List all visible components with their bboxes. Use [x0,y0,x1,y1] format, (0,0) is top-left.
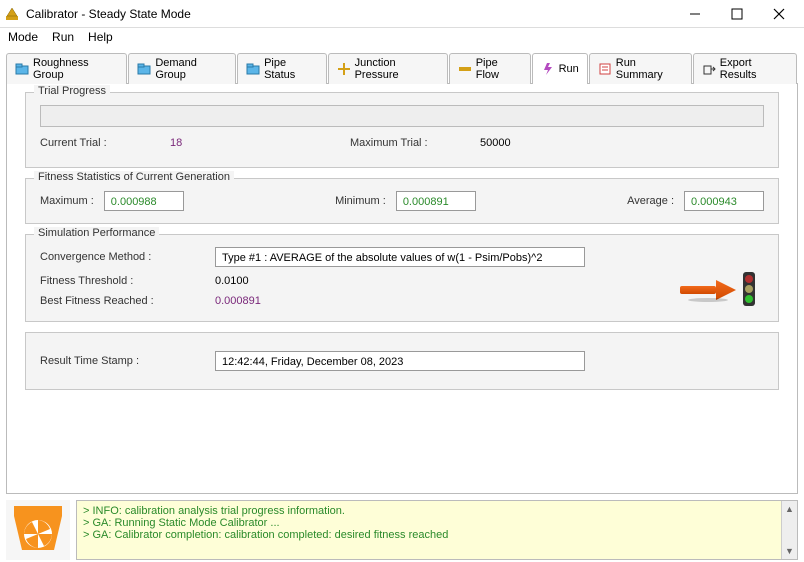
best-fitness-value: 0.000891 [215,295,261,307]
trial-progress-bar [40,105,764,127]
folder-icon [137,62,151,76]
tab-pipe-status[interactable]: Pipe Status [237,53,327,84]
junction-icon [337,62,351,76]
fitness-threshold-label: Fitness Threshold : [40,275,215,287]
tab-export-results[interactable]: Export Results [693,53,797,84]
maximum-trial-label: Maximum Trial : [350,137,480,149]
tab-label: Export Results [720,57,788,81]
tab-label: Pipe Flow [476,57,522,81]
group-legend: Simulation Performance [34,227,159,239]
menu-bar: Mode Run Help [0,28,804,48]
shutter-icon [6,500,70,560]
tab-label: Roughness Group [33,57,118,81]
tab-run[interactable]: Run [532,53,588,84]
pipe-icon [458,62,472,76]
footer: > INFO: calibration analysis trial progr… [6,500,798,560]
folder-icon [246,62,260,76]
log-scrollbar[interactable]: ▲ ▼ [781,501,797,559]
simulation-performance-group: Simulation Performance Convergence Metho… [25,234,779,322]
minimize-button[interactable] [674,0,716,28]
lightning-icon [541,62,555,76]
fitness-avg-value: 0.000943 [684,191,764,211]
group-legend: Trial Progress [34,85,110,97]
fitness-max-label: Maximum : [40,195,94,207]
tab-demand-group[interactable]: Demand Group [128,53,236,84]
fitness-min-value: 0.000891 [396,191,476,211]
trial-progress-group: Trial Progress Current Trial : 18 Maximu… [25,92,779,168]
best-fitness-label: Best Fitness Reached : [40,295,215,307]
scroll-down-icon[interactable]: ▼ [782,543,797,559]
fitness-threshold-value: 0.0100 [215,275,249,287]
convergence-method-label: Convergence Method : [40,251,215,263]
tab-run-summary[interactable]: Run Summary [589,53,692,84]
close-button[interactable] [758,0,800,28]
export-icon [702,62,716,76]
timestamp-group: Result Time Stamp : 12:42:44, Friday, De… [25,332,779,390]
window-controls [674,0,800,28]
convergence-method-value: Type #1 : AVERAGE of the absolute values… [215,247,585,267]
fitness-stats-group: Fitness Statistics of Current Generation… [25,178,779,224]
tab-label: Demand Group [155,57,227,81]
fitness-avg-label: Average : [627,195,674,207]
log-line: > GA: Calibrator completion: calibration… [83,529,791,541]
log-output[interactable]: > INFO: calibration analysis trial progr… [76,500,798,560]
run-panel: Trial Progress Current Trial : 18 Maximu… [6,84,798,494]
title-bar: Calibrator - Steady State Mode [0,0,804,28]
timestamp-value: 12:42:44, Friday, December 08, 2023 [215,351,585,371]
tab-pipe-flow[interactable]: Pipe Flow [449,53,531,84]
tab-roughness-group[interactable]: Roughness Group [6,53,127,84]
fitness-max-value: 0.000988 [104,191,184,211]
current-trial-label: Current Trial : [40,137,170,149]
tab-strip: Roughness Group Demand Group Pipe Status… [6,52,798,84]
window-title: Calibrator - Steady State Mode [26,7,191,21]
log-line: > GA: Running Static Mode Calibrator ... [83,517,791,529]
fitness-min-label: Minimum : [335,195,386,207]
maximum-trial-value: 50000 [480,137,511,149]
scroll-up-icon[interactable]: ▲ [782,501,797,517]
log-line: > INFO: calibration analysis trial progr… [83,505,791,517]
tab-label: Run [559,63,579,75]
status-indicator [678,271,758,309]
maximize-button[interactable] [716,0,758,28]
arrow-icon [678,278,738,302]
menu-mode[interactable]: Mode [8,30,38,44]
timestamp-label: Result Time Stamp : [40,355,215,367]
tab-label: Run Summary [616,57,683,81]
tab-label: Pipe Status [264,57,318,81]
group-legend: Fitness Statistics of Current Generation [34,171,234,183]
menu-help[interactable]: Help [88,30,113,44]
folder-icon [15,62,29,76]
tab-label: Junction Pressure [355,57,439,81]
summary-icon [598,62,612,76]
traffic-light-icon [740,271,758,309]
current-trial-value: 18 [170,137,350,149]
app-icon [4,6,20,22]
tab-junction-pressure[interactable]: Junction Pressure [328,53,448,84]
menu-run[interactable]: Run [52,30,74,44]
